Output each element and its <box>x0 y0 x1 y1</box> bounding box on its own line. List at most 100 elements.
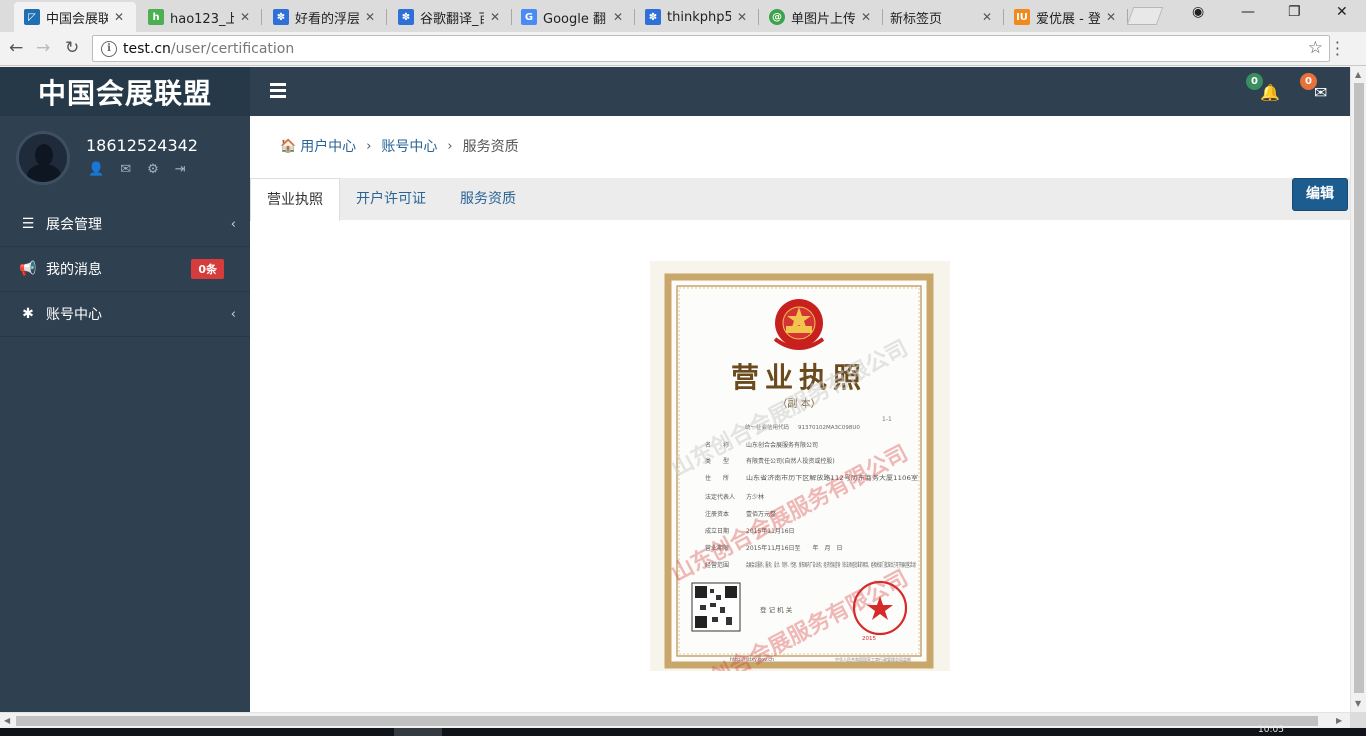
credit-code: 91370102MA3C098U0 <box>798 425 860 431</box>
field-label: 注册资本 <box>705 510 729 518</box>
breadcrumb: 🏠 用户中心 › 账号中心 › 服务资质 <box>280 136 519 156</box>
field-value: 2015年11月16日至 年 月 日 <box>746 544 843 552</box>
menu-toggle-icon[interactable] <box>270 83 286 98</box>
edit-button[interactable]: 编辑 <box>1292 178 1348 211</box>
tab-account-permit[interactable]: 开户许可证 <box>340 178 442 220</box>
tab-title: thinkphp5 <box>667 9 731 25</box>
close-tab-icon[interactable]: ✕ <box>737 10 747 24</box>
top-navbar: 🔔 0 ✉ 0 <box>250 67 1350 116</box>
close-tab-icon[interactable]: ✕ <box>365 10 375 24</box>
sidebar-item-label: 账号中心 <box>46 307 102 323</box>
browser-tab[interactable]: 新标签页 ✕ <box>880 2 1004 32</box>
sidebar-item-exhibition[interactable]: ☰ 展会管理 ‹ <box>0 202 250 247</box>
field-label: 法定代表人 <box>705 493 735 501</box>
tab-title: hao123_上 <box>170 11 234 27</box>
bookmark-star-icon[interactable]: ☆ <box>1308 38 1323 58</box>
vertical-scrollbar[interactable]: ▲ ▼ <box>1350 67 1366 712</box>
profile-icon[interactable]: ◉ <box>1192 4 1204 20</box>
tab-title: 谷歌翻译_百 <box>420 11 484 27</box>
baidu-paw-icon: ✽ <box>645 9 661 25</box>
browser-tab[interactable]: ✽ 谷歌翻译_百 ✕ <box>388 2 512 32</box>
baidu-paw-icon: ✽ <box>273 9 289 25</box>
browser-toolbar: ← → ↻ i test.cn /user/certification ☆ · ·… <box>0 32 1366 66</box>
field-value: 有限责任公司(自然人投资或控股) <box>746 457 835 465</box>
google-translate-icon: G <box>521 9 537 25</box>
certificate-page-no: 1-1 <box>882 416 892 423</box>
profile-actions: 👤 ✉ ⚙ ⇥ <box>88 162 186 177</box>
field-value: 方少林 <box>746 493 764 501</box>
site-logo[interactable]: 中国会展联盟 <box>0 67 250 116</box>
envelope-icon[interactable]: ✉ <box>120 162 131 177</box>
browser-tab[interactable]: G Google 翻 ✕ <box>511 2 635 32</box>
user-icon[interactable]: 👤 <box>88 162 104 177</box>
tab-business-license[interactable]: 营业执照 <box>250 178 340 221</box>
tab-title: 好看的浮层 <box>295 11 359 27</box>
reload-icon[interactable]: ↻ <box>65 38 79 58</box>
sidebar-item-account[interactable]: ✱ 账号中心 ‹ <box>0 292 250 337</box>
browser-menu-icon[interactable]: · · · <box>1335 35 1340 63</box>
bell-icon[interactable]: 🔔 <box>1260 83 1280 102</box>
breadcrumb-account-center[interactable]: 账号中心 <box>381 136 437 156</box>
browser-tab[interactable]: @ 单图片上传 ✕ <box>759 2 883 32</box>
scrollbar-thumb[interactable] <box>16 716 1318 726</box>
browser-tab-strip: ◸ 中国会展联 ✕ h hao123_上 ✕ ✽ 好看的浮层 ✕ ✽ 谷歌翻译_… <box>0 0 1366 32</box>
close-tab-icon[interactable]: ✕ <box>240 10 250 24</box>
tab-service-qualification[interactable]: 服务资质 <box>444 178 532 220</box>
home-icon: 🏠 <box>280 138 297 154</box>
list-icon: ☰ <box>21 216 35 232</box>
sidebar-item-messages[interactable]: 📢 我的消息 0条 <box>0 247 250 292</box>
avatar[interactable] <box>16 131 70 185</box>
qr-code-icon <box>691 582 741 632</box>
tab-title: Google 翻 <box>543 11 606 27</box>
maximize-icon[interactable]: ❐ <box>1288 4 1301 20</box>
browser-tab[interactable]: ✽ thinkphp5 ✕ <box>635 2 759 32</box>
scrollbar-corner <box>1350 712 1366 728</box>
browser-tab[interactable]: IU 爱优展 - 登 ✕ <box>1004 2 1128 32</box>
browser-tab[interactable]: ✽ 好看的浮层 ✕ <box>263 2 387 32</box>
info-icon[interactable]: i <box>101 40 117 57</box>
close-tab-icon[interactable]: ✕ <box>114 10 124 24</box>
footer-note: 中华人民共和国国家工商行政管理总局监制 <box>835 656 911 662</box>
hao123-icon: h <box>148 9 164 25</box>
close-tab-icon[interactable]: ✕ <box>613 10 623 24</box>
close-tab-icon[interactable]: ✕ <box>861 10 871 24</box>
browser-tab-active[interactable]: ◸ 中国会展联 ✕ <box>14 2 136 32</box>
close-tab-icon[interactable]: ✕ <box>982 10 992 24</box>
bullhorn-icon: 📢 <box>19 261 37 277</box>
close-window-icon[interactable]: ✕ <box>1336 4 1348 20</box>
gear-icon[interactable]: ⚙ <box>147 162 159 177</box>
scroll-left-icon[interactable]: ◀ <box>4 716 10 725</box>
registration-authority-label: 登 记 机 关 <box>760 605 793 614</box>
user-profile: 18612524342 👤 ✉ ⚙ ⇥ <box>0 116 250 202</box>
user-phone: 18612524342 <box>86 136 198 155</box>
notification-count-badge: 0 <box>1246 73 1263 90</box>
scroll-right-icon[interactable]: ▶ <box>1336 716 1342 725</box>
mail-icon[interactable]: ✉ <box>1314 83 1327 102</box>
url-path: /user/certification <box>170 40 295 57</box>
field-value: 会展会议服务；服务；设计、制作、代理、发布国内广告业务；经济贸易咨询（依法须经批… <box>746 561 918 569</box>
back-arrow-icon[interactable]: ← <box>9 38 23 58</box>
close-tab-icon[interactable]: ✕ <box>490 10 500 24</box>
tab-title: 新标签页 <box>890 11 943 27</box>
browser-tab[interactable]: h hao123_上 ✕ <box>138 2 262 32</box>
minimize-icon[interactable]: — <box>1241 4 1255 20</box>
scroll-up-icon[interactable]: ▲ <box>1355 70 1361 79</box>
address-bar[interactable]: i test.cn /user/certification ☆ <box>92 35 1330 62</box>
scrollbar-thumb[interactable] <box>1354 83 1364 693</box>
breadcrumb-separator-icon: › <box>366 138 372 154</box>
taskbar-item[interactable] <box>394 728 442 736</box>
tab-title: 中国会展联 <box>46 11 108 27</box>
field-label: 住 所 <box>705 474 729 482</box>
baidu-paw-icon: ✽ <box>398 9 414 25</box>
horizontal-scrollbar[interactable]: ◀ ▶ <box>0 712 1350 728</box>
new-tab-button[interactable] <box>1126 7 1164 25</box>
sign-out-icon[interactable]: ⇥ <box>175 162 186 177</box>
app-logo-icon: ◸ <box>24 9 40 25</box>
breadcrumb-user-center[interactable]: 用户中心 <box>300 136 356 156</box>
iu-icon: IU <box>1014 9 1030 25</box>
forward-arrow-icon[interactable]: → <box>36 38 50 58</box>
gear-icon: ✱ <box>22 306 34 322</box>
sidebar-item-label: 展会管理 <box>46 217 102 233</box>
close-tab-icon[interactable]: ✕ <box>1106 10 1116 24</box>
scroll-down-icon[interactable]: ▼ <box>1355 699 1361 708</box>
